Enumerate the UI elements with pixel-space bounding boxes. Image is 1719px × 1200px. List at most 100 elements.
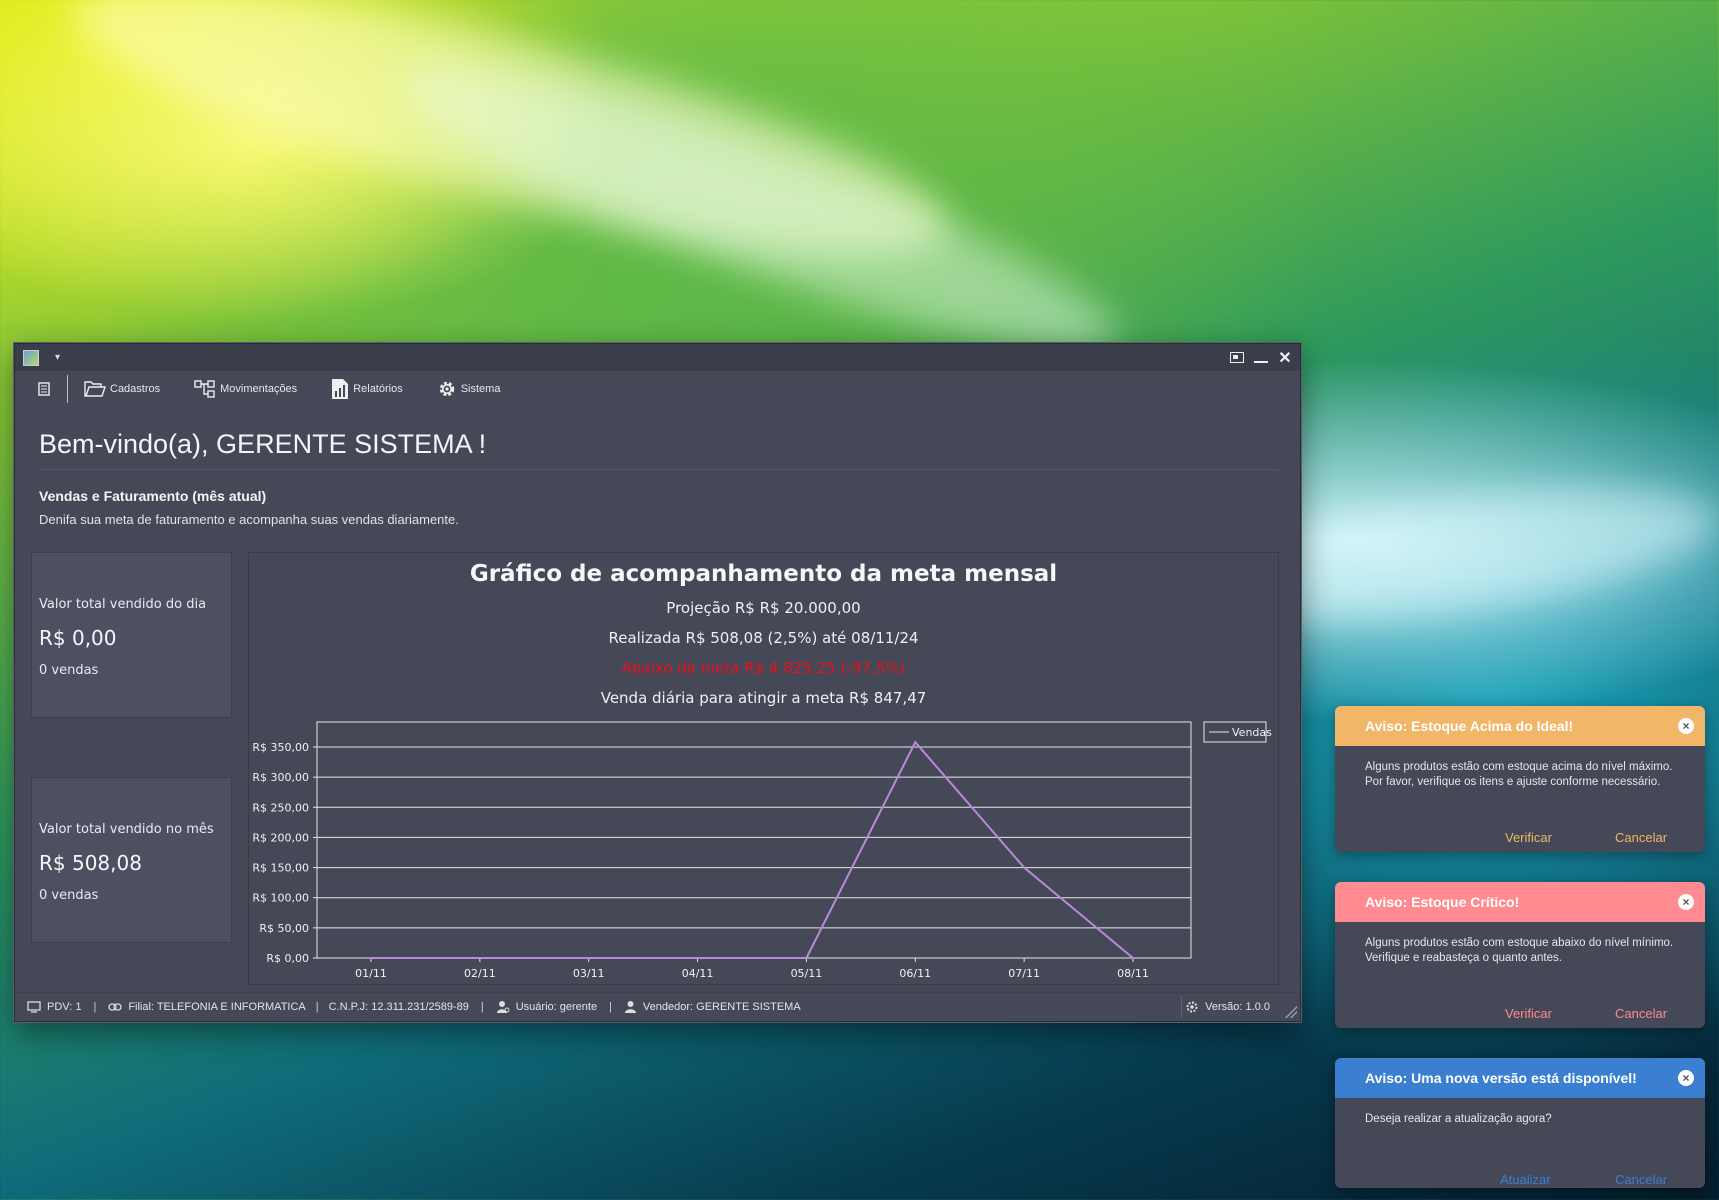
menu-cadastros[interactable]: Cadastros [84,381,160,397]
toast-cancel-button[interactable]: Cancelar [1615,1172,1667,1187]
data-point [1023,866,1025,869]
data-point [479,957,481,959]
daily-sales-label: Valor total vendido do dia [39,597,207,612]
status-vendedor-text: Vendedor: GERENTE SISTEMA [642,1001,801,1013]
toast-message: Alguns produtos estão com estoque acima … [1365,761,1673,788]
close-button[interactable]: ✕ [1278,348,1292,368]
plot-area [316,721,1192,959]
section-title: Vendas e Faturamento (mês atual) [39,488,267,504]
toast-title: Aviso: Uma nova versão está disponível! [1335,1058,1705,1098]
toast-message: Alguns produtos estão com estoque abaixo… [1365,937,1674,964]
menu-movimentacoes-label: Movimentações [220,383,298,395]
report-icon [332,379,349,399]
toast-verify-button[interactable]: Verificar [1505,1006,1552,1021]
menu-relatorios-label: Relatórios [353,383,403,395]
toast-update-button[interactable]: Atualizar [1500,1172,1551,1187]
menu-relatorios[interactable]: Relatórios [331,378,403,400]
x-tick-label: 07/11 [1008,967,1040,980]
monthly-sales-count: 0 vendas [39,888,99,903]
status-usuario-text: Usuário: gerente [515,1001,598,1013]
folder-icon [84,381,106,397]
toast-new-version: Aviso: Uma nova versão está disponível! … [1335,1058,1705,1188]
welcome-heading: Bem-vindo(a), GERENTE SISTEMA ! [39,429,487,459]
status-cnpj-text: C.N.P.J: 12.311.231/2589-89 [328,1001,469,1013]
menu-cadastros-label: Cadastros [110,383,161,395]
status-divider: | [609,1001,612,1013]
y-tick-label: R$ 200,00 [252,831,309,844]
x-tick-label: 01/11 [355,967,387,980]
status-versao-text: Versão: 1.0.0 [1205,1001,1270,1013]
minimize-icon [1254,361,1268,363]
resize-grip-icon[interactable] [1285,1006,1297,1018]
menu-bar: Cadastros Movimentações Relatórios Siste… [15,371,1300,407]
menu-sistema-label: Sistema [460,383,501,395]
user-key-icon [496,1001,510,1013]
status-versao: Versão: 1.0.0 [1185,1000,1270,1014]
section-subtitle: Denifa sua meta de faturamento e acompan… [39,512,459,527]
y-tick-label: R$ 350,00 [252,741,309,754]
x-tick-label: 04/11 [682,967,714,980]
app-menu-button[interactable] [37,382,51,396]
toast-cancel-button[interactable]: Cancelar [1615,830,1667,845]
monthly-sales-card: Valor total vendido no mês R$ 508,08 0 v… [31,777,232,943]
fullscreen-button[interactable] [1230,350,1244,366]
menu-sistema[interactable]: Sistema [437,379,501,399]
data-point [1132,957,1134,959]
status-divider: | [93,1001,97,1013]
menu-movimentacoes[interactable]: Movimentações [194,380,297,398]
series-line-vendas [371,740,1134,959]
toast-title: Aviso: Estoque Crítico! [1335,882,1705,922]
menu-separator [67,375,68,403]
status-usuario: Usuário: gerente [496,1000,597,1014]
data-point [914,741,917,743]
goal-chart-panel: Gráfico de acompanhamento da meta mensal… [248,552,1279,985]
toast-close-icon[interactable]: × [1678,718,1694,734]
main-window: ▾ ✕ Cadastros Movimentações Relatórios S… [14,343,1301,1022]
app-icon[interactable] [23,349,39,366]
monthly-sales-value: R$ 508,08 [39,851,142,875]
title-bar: ▾ ✕ [15,344,1300,371]
sales-line-chart: R$ 0,00 R$ 50,00 R$ 100,00 R$ 150,00 R$ 200,… [252,721,1272,980]
window-controls: ✕ [1230,348,1292,368]
status-divider: | [480,1001,484,1013]
status-filial: Filial: TELEFONIA E INFORMATICA | C.N.P.… [108,1001,469,1013]
data-point [805,957,808,959]
y-tick-label: R$ 150,00 [252,862,309,875]
toast-close-icon[interactable]: × [1678,1070,1694,1086]
status-divider [1181,996,1182,1018]
y-tick-label: R$ 50,00 [259,922,309,935]
x-tick-label: 08/11 [1117,967,1149,980]
fullscreen-icon [1230,352,1244,363]
toast-verify-button[interactable]: Verificar [1505,830,1552,845]
status-filial-text: Filial: TELEFONIA E INFORMATICA [128,1001,306,1013]
quick-access-dropdown-icon[interactable]: ▾ [55,352,60,363]
welcome-divider [39,469,1278,470]
settings-icon [1186,1001,1198,1013]
status-divider: | [315,1001,319,1013]
y-tick-label: R$ 0,00 [266,952,309,965]
status-pdv-text: PDV: 1 [47,1001,82,1013]
toast-title: Aviso: Estoque Acima do Ideal! [1335,706,1705,746]
y-tick-label: R$ 250,00 [252,801,309,814]
monitor-icon [27,1001,41,1013]
y-tick-label: R$ 100,00 [252,892,309,905]
data-point [696,957,699,959]
data-point [370,957,372,959]
toast-stock-critical: Aviso: Estoque Crítico! × Alguns produto… [1335,882,1705,1028]
status-vendedor: Vendedor: GERENTE SISTEMA [624,1000,801,1014]
minimize-button[interactable] [1254,350,1268,366]
document-list-icon [38,382,50,396]
toast-close-icon[interactable]: × [1678,894,1694,910]
x-tick-label: 05/11 [791,967,823,980]
status-pdv: PDV: 1 [27,1001,81,1013]
monthly-sales-label: Valor total vendido no mês [39,822,214,837]
daily-sales-value: R$ 0,00 [39,626,117,650]
data-point [587,957,590,959]
link-icon [108,1003,122,1011]
flow-icon [194,380,215,398]
legend-label: Vendas [1232,726,1272,739]
toast-cancel-button[interactable]: Cancelar [1615,1006,1667,1021]
x-tick-label: 02/11 [464,967,496,980]
toast-stock-above: Aviso: Estoque Acima do Ideal! × Alguns … [1335,706,1705,852]
x-tick-label: 03/11 [573,967,605,980]
